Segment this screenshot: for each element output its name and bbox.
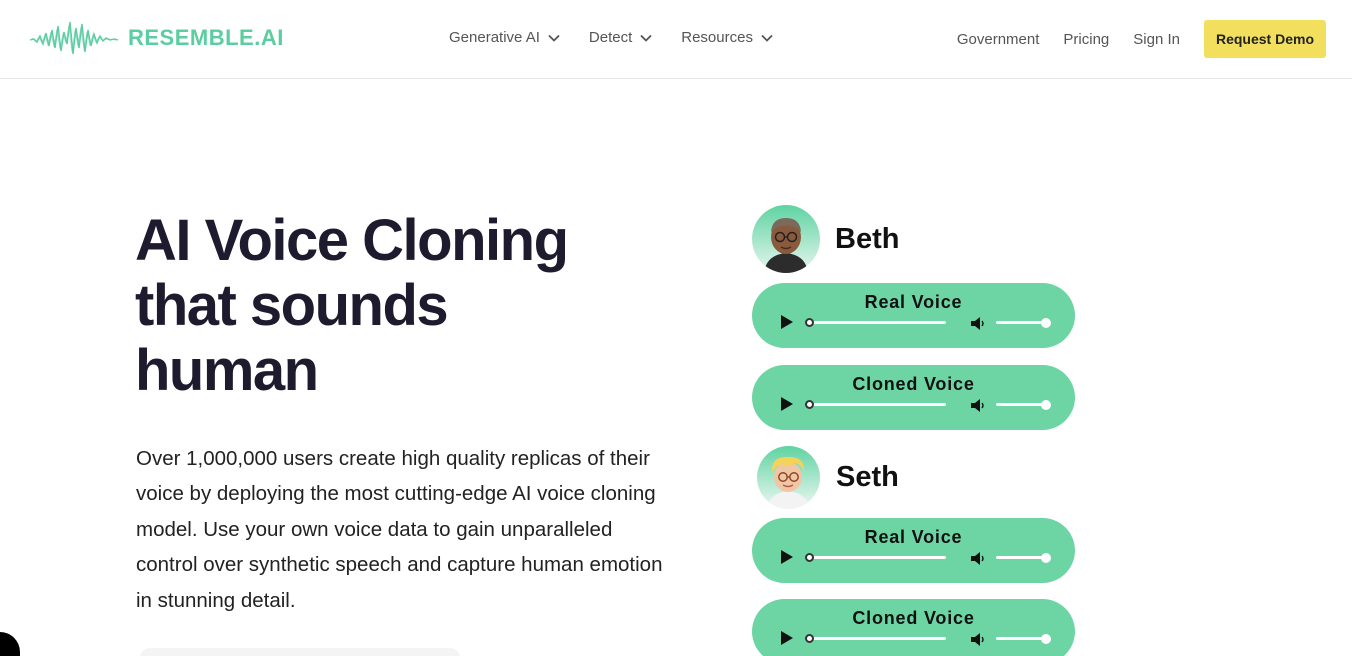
player-label: Cloned Voice xyxy=(852,608,975,628)
voice-person-beth: Beth xyxy=(752,205,899,273)
avatar-seth-icon xyxy=(757,446,820,509)
hero-title-line: AI Voice Cloning xyxy=(135,208,569,273)
menu-resources[interactable]: Resources xyxy=(681,29,774,46)
volume-knob[interactable] xyxy=(1041,553,1051,563)
volume-icon[interactable] xyxy=(971,398,987,413)
hero-description: Over 1,000,000 users create high quality… xyxy=(136,447,663,612)
volume-slider[interactable] xyxy=(996,403,1046,406)
progress-knob[interactable] xyxy=(805,318,814,327)
main-menu: Generative AI Detect Resources xyxy=(449,29,802,46)
audio-player: Cloned Voice xyxy=(752,599,1075,656)
link-government[interactable]: Government xyxy=(957,31,1040,48)
play-icon[interactable] xyxy=(781,315,793,329)
top-nav: RESEMBLE.AI Generative AI Detect Resourc… xyxy=(0,0,1352,79)
audio-player: Real Voice xyxy=(752,518,1075,583)
volume-knob[interactable] xyxy=(1041,400,1051,410)
progress-bar[interactable] xyxy=(808,556,946,559)
volume-slider[interactable] xyxy=(996,637,1046,640)
volume-slider[interactable] xyxy=(996,321,1046,324)
volume-knob[interactable] xyxy=(1041,318,1051,328)
avatar-beth-icon xyxy=(752,205,820,273)
progress-knob[interactable] xyxy=(805,400,814,409)
progress-bar[interactable] xyxy=(808,403,946,406)
cta-button-partial[interactable] xyxy=(140,648,460,656)
volume-knob[interactable] xyxy=(1041,634,1051,644)
player-label: Cloned Voice xyxy=(852,374,975,394)
menu-detect[interactable]: Detect xyxy=(589,29,653,46)
player-label: Real Voice xyxy=(864,292,963,312)
link-sign-in[interactable]: Sign In xyxy=(1133,31,1180,48)
corner-decoration xyxy=(0,632,20,656)
brand-logo[interactable]: RESEMBLE.AI xyxy=(30,18,284,58)
volume-icon[interactable] xyxy=(971,316,987,331)
chevron-down-icon xyxy=(548,34,560,42)
menu-label: Generative AI xyxy=(449,29,540,46)
chevron-down-icon xyxy=(640,34,652,42)
play-icon[interactable] xyxy=(781,550,793,564)
voice-person-name: Beth xyxy=(835,222,900,255)
audio-player: Cloned Voice xyxy=(752,365,1075,430)
voice-person-seth: Seth xyxy=(757,446,899,509)
avatar xyxy=(752,205,820,273)
brand-name: RESEMBLE.AI xyxy=(128,25,284,50)
player-label: Real Voice xyxy=(864,527,963,547)
volume-icon[interactable] xyxy=(971,551,987,566)
play-icon[interactable] xyxy=(781,631,793,645)
request-demo-button[interactable]: Request Demo xyxy=(1203,20,1326,58)
voice-person-name: Seth xyxy=(836,461,899,493)
volume-icon[interactable] xyxy=(971,632,987,647)
volume-slider[interactable] xyxy=(996,556,1046,559)
link-pricing[interactable]: Pricing xyxy=(1063,31,1109,48)
menu-label: Resources xyxy=(681,29,753,46)
progress-bar[interactable] xyxy=(808,321,946,324)
menu-generative-ai[interactable]: Generative AI xyxy=(449,29,561,46)
menu-label: Detect xyxy=(588,29,633,46)
waveform-icon xyxy=(30,21,118,55)
avatar xyxy=(757,446,820,509)
audio-player: Real Voice xyxy=(752,283,1075,348)
chevron-down-icon xyxy=(761,34,773,42)
nav-right: Government Pricing Sign In Request Demo xyxy=(957,20,1326,58)
hero-title-line: that sounds xyxy=(135,273,449,338)
progress-knob[interactable] xyxy=(805,634,814,643)
hero-title-line: human xyxy=(135,338,319,403)
progress-knob[interactable] xyxy=(805,553,814,562)
progress-bar[interactable] xyxy=(808,637,946,640)
hero-title: AI Voice Cloning that sounds human xyxy=(135,208,655,403)
play-icon[interactable] xyxy=(781,397,793,411)
